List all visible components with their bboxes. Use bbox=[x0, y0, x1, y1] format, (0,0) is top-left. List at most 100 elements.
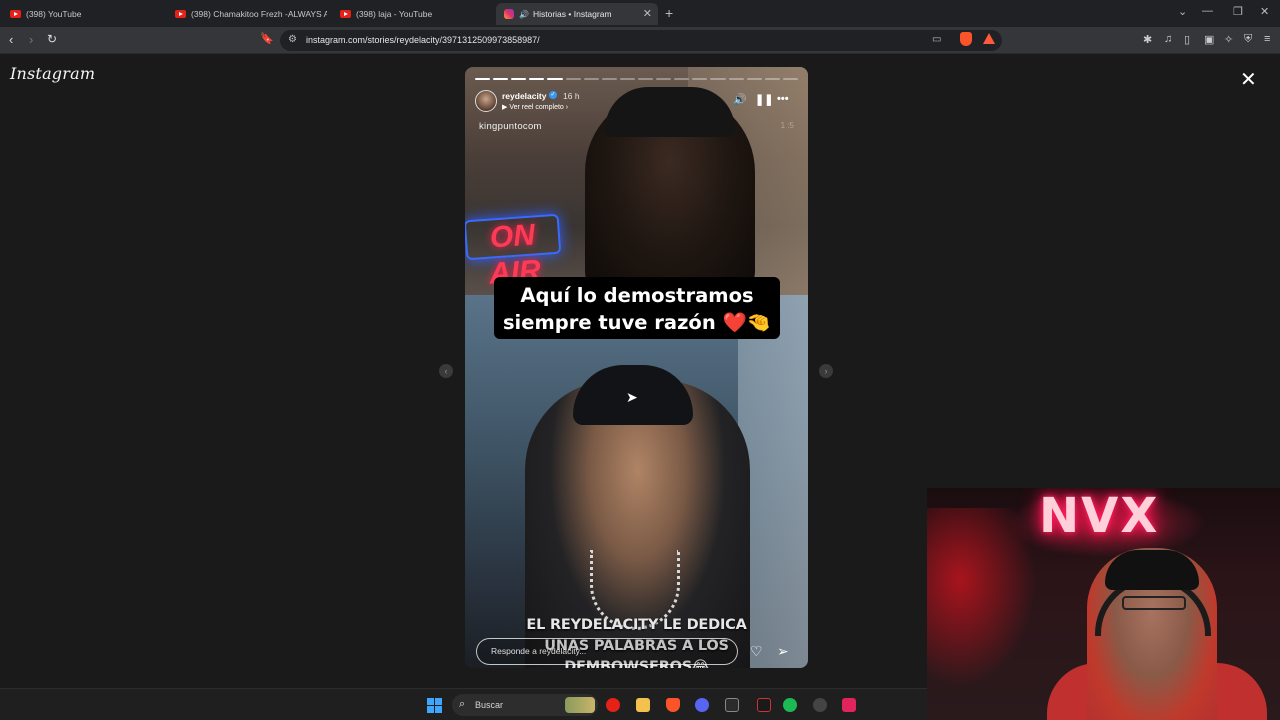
instagram-icon bbox=[504, 9, 514, 19]
windows-taskbar: ⌕ Buscar bbox=[0, 688, 927, 720]
tab-close-icon[interactable]: ✕ bbox=[643, 7, 652, 20]
progress-segment bbox=[692, 78, 708, 80]
caption-line-1: Aquí lo demostramos bbox=[520, 284, 754, 307]
app-icon[interactable] bbox=[725, 698, 739, 712]
story-progress-bar bbox=[475, 78, 798, 80]
menu-icon[interactable]: ≡ bbox=[1264, 33, 1270, 45]
story-viewer[interactable]: ON AIR reydelacity ✓ 16 h ▶ Ver reel com… bbox=[465, 67, 808, 668]
tab-label: (398) laja - YouTube bbox=[356, 9, 433, 19]
avatar[interactable] bbox=[475, 90, 497, 112]
progress-segment bbox=[583, 78, 599, 80]
site-info-icon[interactable]: ⚙ bbox=[288, 34, 297, 45]
mouse-cursor-icon: ➤ bbox=[626, 389, 638, 405]
back-icon[interactable]: ‹ bbox=[9, 32, 13, 47]
progress-segment bbox=[547, 78, 563, 80]
progress-segment bbox=[619, 78, 635, 80]
youtube-icon bbox=[340, 10, 351, 18]
progress-segment bbox=[782, 78, 798, 80]
view-full-reel-link[interactable]: ▶ Ver reel completo › bbox=[502, 103, 568, 111]
media-icon[interactable]: ♫ bbox=[1164, 33, 1172, 45]
capcut-icon[interactable] bbox=[757, 698, 771, 712]
bookmark-icon[interactable]: 🔖 bbox=[260, 32, 274, 45]
cast-icon[interactable]: ▭ bbox=[932, 34, 941, 45]
spotify-icon[interactable] bbox=[783, 698, 797, 712]
progress-segment bbox=[764, 78, 780, 80]
youtube-icon bbox=[10, 10, 21, 18]
tab-youtube-laja[interactable]: (398) laja - YouTube bbox=[332, 3, 492, 25]
more-options-icon[interactable]: ••• bbox=[777, 93, 789, 105]
wallet-icon[interactable]: ▣ bbox=[1204, 33, 1214, 46]
progress-segment bbox=[710, 78, 726, 80]
instagram-logo[interactable]: Instagram bbox=[10, 64, 95, 83]
search-icon: ⌕ bbox=[459, 698, 466, 710]
like-heart-icon[interactable]: ♡ bbox=[750, 643, 763, 660]
tab-label: (398) YouTube bbox=[26, 9, 82, 19]
close-stories-icon[interactable]: ✕ bbox=[1240, 67, 1257, 92]
window-close-icon[interactable]: ✕ bbox=[1260, 5, 1269, 18]
obs-icon[interactable] bbox=[813, 698, 827, 712]
reply-input[interactable]: Responde a reydelacity... bbox=[476, 638, 738, 665]
file-explorer-icon[interactable] bbox=[636, 698, 650, 712]
progress-segment bbox=[493, 78, 509, 80]
story-username[interactable]: reydelacity bbox=[502, 91, 546, 101]
tab-youtube-home[interactable]: (398) YouTube bbox=[2, 3, 167, 25]
speaker-icon[interactable]: 🔊 bbox=[519, 10, 529, 19]
youtube-icon bbox=[175, 10, 186, 18]
address-bar[interactable]: ⚙ instagram.com/stories/reydelacity/3971… bbox=[280, 30, 1002, 51]
browser-toolbar: ‹ › ↻ 🔖 ⚙ instagram.com/stories/reydelac… bbox=[0, 27, 1280, 54]
recording-app-icon[interactable] bbox=[842, 698, 856, 712]
search-highlight-image bbox=[565, 697, 595, 713]
progress-segment bbox=[565, 78, 581, 80]
tab-label: (398) Chamakitoo Frezh -ALWAYS AL bbox=[191, 9, 327, 19]
progress-segment bbox=[511, 78, 527, 80]
windows-start-icon[interactable] bbox=[427, 698, 442, 713]
reload-icon[interactable]: ↻ bbox=[47, 32, 57, 46]
tab-search-chevron-icon[interactable]: ⌄ bbox=[1178, 5, 1187, 18]
streamer-webcam: NVX bbox=[927, 488, 1280, 720]
tab-instagram-stories[interactable]: 🔊 Historias • Instagram ✕ bbox=[496, 3, 658, 25]
taskbar-search[interactable]: ⌕ Buscar bbox=[452, 694, 598, 716]
brave-rewards-icon[interactable] bbox=[983, 33, 995, 44]
brave-shields-icon[interactable] bbox=[960, 32, 972, 46]
youtube-app-icon[interactable] bbox=[606, 698, 620, 712]
progress-segment bbox=[637, 78, 654, 80]
progress-segment bbox=[656, 78, 672, 80]
extensions-icon[interactable]: ✱ bbox=[1143, 33, 1152, 46]
leo-ai-icon[interactable]: ✧ bbox=[1224, 33, 1233, 46]
minimize-icon[interactable]: — bbox=[1202, 5, 1213, 17]
discord-icon[interactable] bbox=[695, 698, 709, 712]
browser-tab-strip: (398) YouTube (398) Chamakitoo Frezh -AL… bbox=[0, 0, 1280, 27]
progress-segment bbox=[601, 78, 617, 80]
sidebar-icon[interactable]: ▯ bbox=[1184, 33, 1190, 46]
verified-badge-icon: ✓ bbox=[549, 91, 557, 99]
neon-sign: NVX bbox=[1039, 488, 1160, 544]
caption-line-2: siempre tuve razón ❤️🤏 bbox=[502, 311, 772, 334]
reel-link-label: Ver reel completo bbox=[509, 104, 564, 111]
story-header: reydelacity ✓ 16 h ▶ Ver reel completo ›… bbox=[475, 89, 798, 113]
subtitle-line-1: EL REYDELACITY LE DEDICA bbox=[526, 617, 747, 633]
share-send-icon[interactable]: ➢ bbox=[777, 643, 789, 660]
story-caption: Aquí lo demostramos siempre tuve razón ❤… bbox=[494, 277, 780, 339]
next-story-icon[interactable]: › bbox=[819, 364, 833, 378]
on-air-sign: ON AIR bbox=[465, 213, 562, 291]
progress-segment bbox=[674, 78, 690, 80]
glasses bbox=[1122, 596, 1186, 610]
search-label: Buscar bbox=[475, 700, 504, 710]
restore-icon[interactable]: ❐ bbox=[1233, 5, 1243, 18]
progress-segment bbox=[728, 78, 744, 80]
pause-icon[interactable]: ❚❚ bbox=[755, 93, 773, 106]
progress-segment bbox=[746, 78, 762, 80]
tab-youtube-chamakitoo[interactable]: (398) Chamakitoo Frezh -ALWAYS AL bbox=[167, 3, 327, 25]
previous-story-icon[interactable]: ‹ bbox=[439, 364, 453, 378]
brave-browser-icon[interactable] bbox=[666, 698, 680, 712]
new-tab-icon[interactable]: + bbox=[665, 5, 673, 21]
url-text[interactable]: instagram.com/stories/reydelacity/397131… bbox=[306, 35, 540, 45]
story-time: 16 h bbox=[563, 91, 580, 101]
vpn-icon[interactable]: ⛨ bbox=[1244, 33, 1252, 46]
video-watermark-right: 1 :5 bbox=[780, 121, 794, 130]
progress-segment bbox=[475, 78, 491, 80]
video-watermark: kingpuntocom bbox=[479, 121, 542, 132]
volume-icon[interactable]: 🔊 bbox=[733, 93, 747, 106]
tab-label: Historias • Instagram bbox=[532, 9, 612, 19]
forward-icon[interactable]: › bbox=[29, 32, 33, 47]
